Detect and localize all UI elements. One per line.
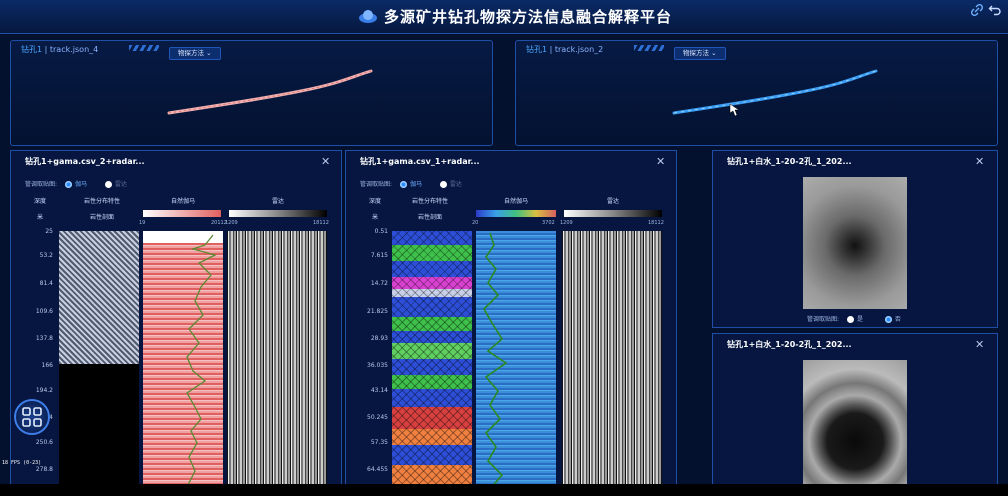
fps-counter: 18 FPS (0-23) (2, 460, 42, 466)
radar-scale-min: 1209 (225, 220, 238, 226)
depth-tick: 64.455 (367, 466, 388, 473)
app-header: 多源矿井钻孔物探方法信息融合解释平台 (0, 0, 1008, 34)
column-header-depth: 深度 (368, 198, 381, 205)
depth-unit: 米 (371, 214, 378, 221)
texture-toggle: 管调取贴图: 是 否 (807, 316, 901, 323)
radio-no[interactable] (884, 316, 892, 323)
gamma-scale-min: 20 (472, 220, 479, 226)
gamma-track (143, 231, 223, 489)
radio-radar[interactable] (439, 181, 447, 188)
radar-scale-max: 18112 (648, 220, 664, 226)
app-logo-icon (359, 10, 377, 23)
depth-tick: 81.4 (39, 280, 53, 287)
radar-scale-max: 18112 (313, 220, 329, 226)
radar-color-scale (229, 210, 327, 217)
depth-tick: 53.2 (39, 252, 53, 259)
gamma-scale-max: 3702 (542, 220, 555, 226)
radio-gamma[interactable] (399, 181, 407, 188)
depth-tick: 0.51 (374, 228, 388, 235)
depth-tick: 25 (45, 228, 53, 235)
gamma-scale-min: 19 (139, 220, 146, 226)
lithology-track (59, 231, 139, 489)
panel-title: 钻孔1+白水_1-20-2孔_1_202... (727, 157, 852, 166)
track-panel-2: 钻孔1 | track.json_2 物探方法 ⌄ (515, 40, 998, 146)
texture-mode-toggle: 管调取贴图: 伽马 雷达 (360, 181, 462, 188)
log-panel-2: 钻孔1+gama.csv_1+radar... ✕ 管调取贴图: 伽马 雷达 深… (345, 150, 677, 490)
borehole-camera-image (803, 177, 907, 309)
depth-tick: 28.93 (370, 335, 388, 342)
depth-tick: 57.35 (370, 439, 388, 446)
gamma-color-scale (143, 210, 221, 217)
depth-axis: 0.51 7.615 14.72 21.825 28.93 36.035 43.… (346, 228, 394, 489)
panel-title: 钻孔1+gama.csv_2+radar... (25, 157, 145, 166)
radio-radar[interactable] (104, 181, 112, 188)
close-icon[interactable]: ✕ (975, 155, 984, 168)
radio-yes[interactable] (846, 316, 854, 323)
column-header-gamma: 自然伽马 (503, 198, 528, 205)
depth-tick: 50.245 (367, 414, 388, 421)
back-icon[interactable] (988, 3, 1002, 17)
depth-tick: 166 (41, 362, 53, 369)
log-panel-1: 钻孔1+gama.csv_2+radar... ✕ 管调取贴图: 伽马 雷达 深… (10, 150, 342, 490)
link-icon[interactable] (970, 3, 984, 17)
radar-scale-min: 1209 (560, 220, 573, 226)
panel-title: 钻孔1+白水_1-20-2孔_1_202... (727, 340, 852, 349)
borehole-track-plot (167, 69, 373, 115)
depth-tick: 250.6 (35, 439, 53, 446)
lithology-subheader: 岩性剖面 (417, 214, 442, 221)
depth-tick: 278.8 (35, 466, 53, 473)
depth-tick: 43.14 (370, 387, 388, 394)
borehole-image-panel-2: 钻孔1+白水_1-20-2孔_1_202... ✕ (712, 333, 998, 491)
depth-tick: 109.6 (35, 308, 53, 315)
depth-tick: 137.8 (35, 335, 53, 342)
depth-unit: 米 (36, 214, 43, 221)
depth-tick: 194.2 (35, 387, 53, 394)
radar-track (562, 231, 662, 489)
menu-grid-button[interactable] (14, 399, 50, 435)
column-header-lithology: 岩性分布特性 (411, 198, 448, 205)
radar-track (227, 231, 327, 489)
radar-color-scale (564, 210, 662, 217)
track-panel-1: 钻孔1 | track.json_4 物探方法 ⌄ (10, 40, 493, 146)
lithology-subheader: 岩性剖面 (89, 214, 114, 221)
bottom-bar (0, 484, 1008, 496)
column-header-radar: 雷达 (606, 198, 619, 205)
borehole-image-panel-1: 钻孔1+白水_1-20-2孔_1_202... ✕ 管调取贴图: 是 否 (712, 150, 998, 328)
gamma-color-scale (476, 210, 556, 217)
depth-tick: 14.72 (370, 280, 388, 287)
app-title: 多源矿井钻孔物探方法信息融合解释平台 (384, 8, 673, 26)
gamma-track (476, 231, 556, 489)
column-header-gamma: 自然伽马 (170, 198, 195, 205)
depth-tick: 21.825 (367, 308, 388, 315)
borehole-track-plot (672, 69, 878, 117)
radio-gamma[interactable] (64, 181, 72, 188)
lithology-track (392, 231, 472, 489)
close-icon[interactable]: ✕ (656, 155, 665, 168)
column-header-radar: 雷达 (271, 198, 284, 205)
depth-axis: 25 53.2 81.4 109.6 137.8 166 194.2 222.4… (11, 228, 59, 489)
mouse-cursor-icon (729, 103, 740, 117)
close-icon[interactable]: ✕ (975, 338, 984, 351)
column-header-lithology: 岩性分布特性 (83, 198, 120, 205)
depth-tick: 36.035 (367, 362, 388, 369)
depth-tick: 7.615 (370, 252, 388, 259)
grid-icon (22, 407, 42, 427)
column-header-depth: 深度 (33, 198, 46, 205)
panel-title: 钻孔1+gama.csv_1+radar... (360, 157, 480, 166)
close-icon[interactable]: ✕ (321, 155, 330, 168)
borehole-camera-image (803, 360, 907, 491)
texture-mode-toggle: 管调取贴图: 伽马 雷达 (25, 181, 127, 188)
